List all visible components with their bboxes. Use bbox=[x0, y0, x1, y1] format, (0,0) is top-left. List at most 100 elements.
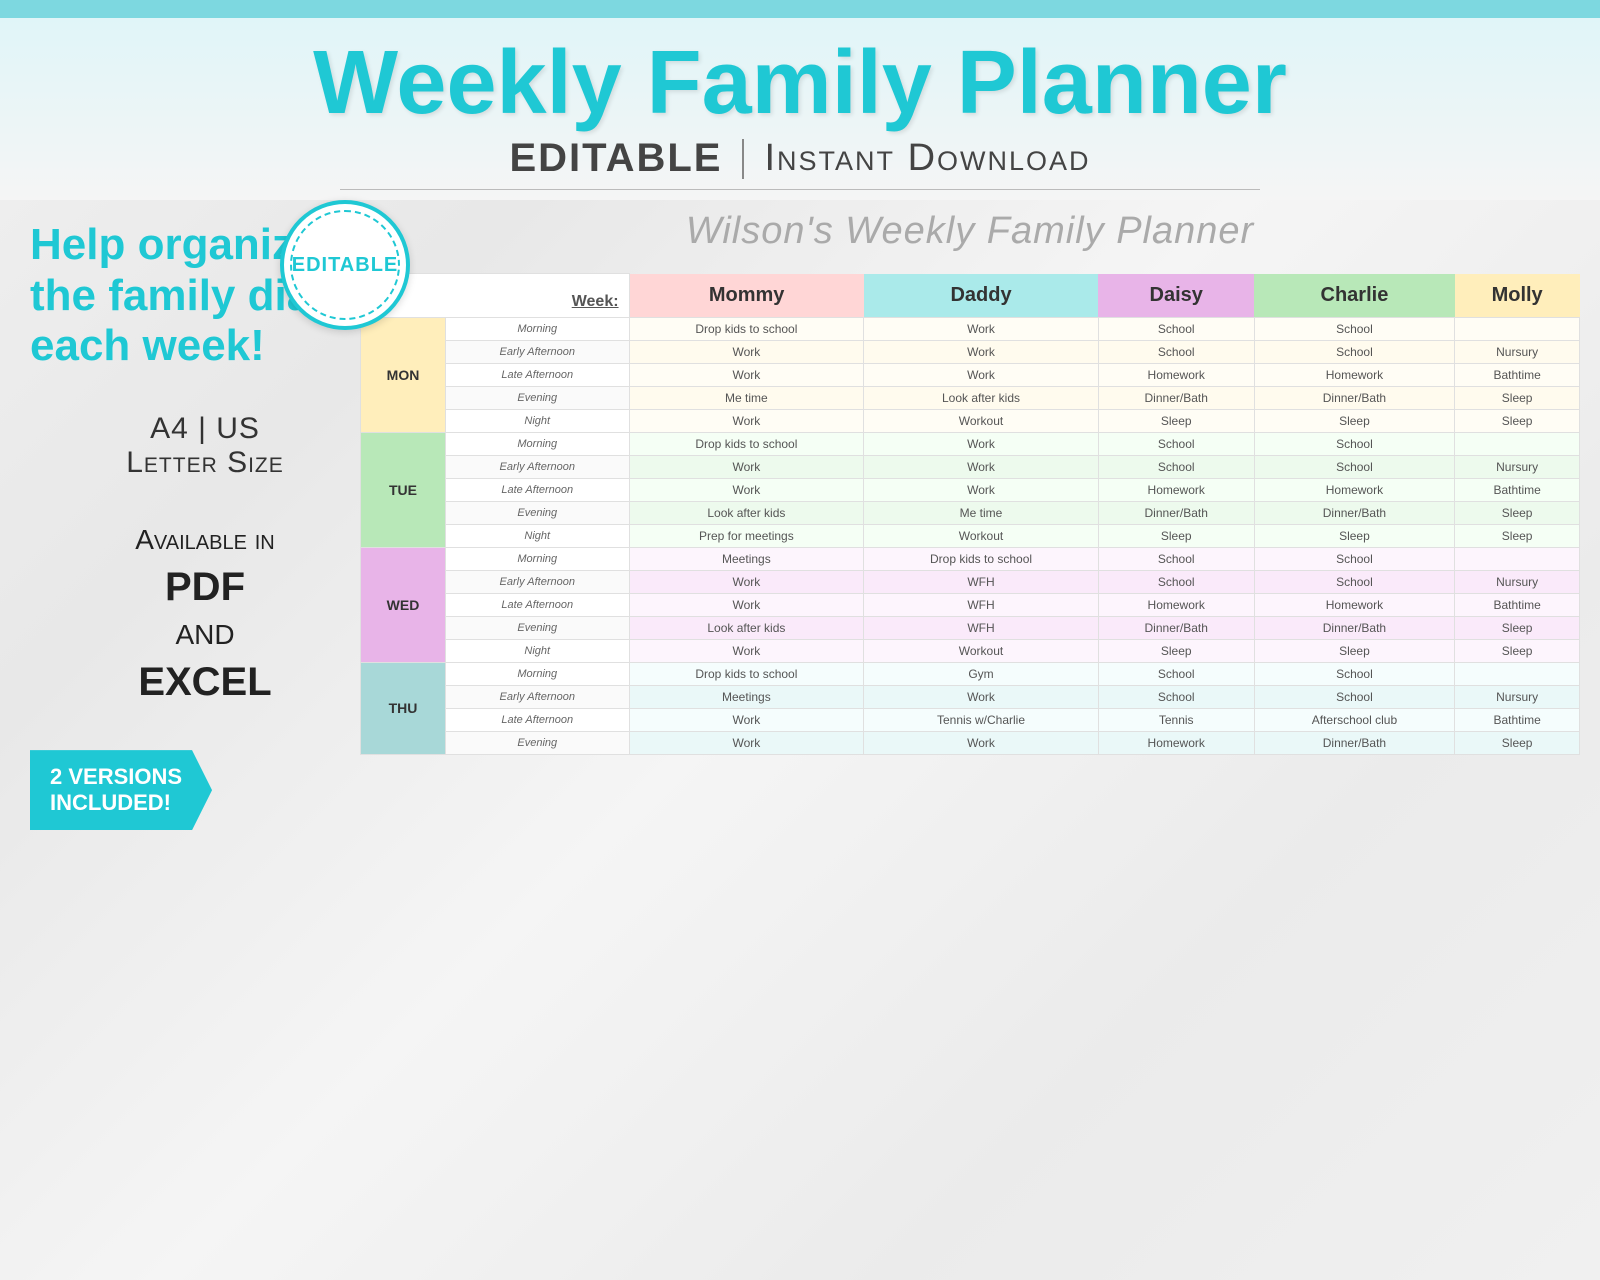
versions-text: 2 VERSIONSINCLUDED! bbox=[50, 764, 182, 815]
time-label: Evening bbox=[445, 501, 629, 524]
table-row: NightWorkWorkoutSleepSleepSleep bbox=[361, 639, 1580, 662]
table-row: Early AfternoonMeetingsWorkSchoolSchoolN… bbox=[361, 685, 1580, 708]
cell-daisy: Homework bbox=[1098, 363, 1254, 386]
cell-daisy: Dinner/Bath bbox=[1098, 386, 1254, 409]
cell-charlie: Homework bbox=[1254, 593, 1455, 616]
cell-molly: Bathtime bbox=[1455, 363, 1580, 386]
cell-charlie: Sleep bbox=[1254, 639, 1455, 662]
time-label: Night bbox=[445, 524, 629, 547]
subtitle-row: EDITABLE Instant Download bbox=[0, 136, 1600, 181]
editable-seal: EDITABLE bbox=[280, 200, 410, 330]
cell-daddy: Gym bbox=[864, 662, 1099, 685]
cell-daddy: Workout bbox=[864, 409, 1099, 432]
cell-mommy: Work bbox=[629, 570, 864, 593]
main-title: Weekly Family Planner bbox=[0, 38, 1600, 128]
editable-label: EDITABLE bbox=[509, 136, 722, 181]
cell-daddy: Me time bbox=[864, 501, 1099, 524]
cell-molly: Bathtime bbox=[1455, 478, 1580, 501]
table-row: EveningLook after kidsMe timeDinner/Bath… bbox=[361, 501, 1580, 524]
cell-daddy: Work bbox=[864, 317, 1099, 340]
cell-daisy: School bbox=[1098, 662, 1254, 685]
cell-daisy: Dinner/Bath bbox=[1098, 616, 1254, 639]
cell-daddy: Tennis w/Charlie bbox=[864, 708, 1099, 731]
cell-charlie: Afterschool club bbox=[1254, 708, 1455, 731]
time-label: Late Afternoon bbox=[445, 363, 629, 386]
planner-section: Wilson's Weekly Family Planner Week: Mom… bbox=[360, 210, 1580, 755]
cell-daisy: School bbox=[1098, 317, 1254, 340]
table-row: Late AfternoonWorkWorkHomeworkHomeworkBa… bbox=[361, 363, 1580, 386]
cell-molly: Nursury bbox=[1455, 570, 1580, 593]
cell-charlie: Dinner/Bath bbox=[1254, 616, 1455, 639]
table-row: Late AfternoonWorkWFHHomeworkHomeworkBat… bbox=[361, 593, 1580, 616]
table-row: Early AfternoonWorkWorkSchoolSchoolNursu… bbox=[361, 340, 1580, 363]
time-label: Night bbox=[445, 409, 629, 432]
col-daddy: Daddy bbox=[864, 274, 1099, 318]
cell-mommy: Work bbox=[629, 455, 864, 478]
cell-daddy: WFH bbox=[864, 570, 1099, 593]
cell-mommy: Work bbox=[629, 478, 864, 501]
cell-molly: Bathtime bbox=[1455, 593, 1580, 616]
time-label: Late Afternoon bbox=[445, 478, 629, 501]
cell-daisy: Tennis bbox=[1098, 708, 1254, 731]
versions-badge: 2 VERSIONSINCLUDED! bbox=[30, 750, 212, 830]
cell-charlie: School bbox=[1254, 317, 1455, 340]
cell-daisy: School bbox=[1098, 685, 1254, 708]
table-row: Late AfternoonWorkWorkHomeworkHomeworkBa… bbox=[361, 478, 1580, 501]
time-label: Morning bbox=[445, 317, 629, 340]
cell-daisy: Sleep bbox=[1098, 524, 1254, 547]
cell-mommy: Work bbox=[629, 731, 864, 754]
cell-mommy: Work bbox=[629, 409, 864, 432]
cell-daddy: Work bbox=[864, 432, 1099, 455]
cell-molly: Sleep bbox=[1455, 409, 1580, 432]
time-label: Early Afternoon bbox=[445, 340, 629, 363]
cell-molly bbox=[1455, 317, 1580, 340]
cell-molly: Sleep bbox=[1455, 524, 1580, 547]
cell-daisy: School bbox=[1098, 455, 1254, 478]
table-row: MONMorningDrop kids to schoolWorkSchoolS… bbox=[361, 317, 1580, 340]
cell-molly: Sleep bbox=[1455, 616, 1580, 639]
time-label: Early Afternoon bbox=[445, 570, 629, 593]
cell-daddy: Work bbox=[864, 685, 1099, 708]
table-row: THUMorningDrop kids to schoolGymSchoolSc… bbox=[361, 662, 1580, 685]
cell-molly: Nursury bbox=[1455, 455, 1580, 478]
cell-molly: Sleep bbox=[1455, 386, 1580, 409]
top-bar bbox=[0, 0, 1600, 18]
table-row: EveningWorkWorkHomeworkDinner/BathSleep bbox=[361, 731, 1580, 754]
cell-molly: Sleep bbox=[1455, 639, 1580, 662]
cell-daddy: Work bbox=[864, 731, 1099, 754]
cell-molly: Sleep bbox=[1455, 501, 1580, 524]
cell-molly bbox=[1455, 547, 1580, 570]
col-charlie: Charlie bbox=[1254, 274, 1455, 318]
cell-daddy: Workout bbox=[864, 524, 1099, 547]
cell-charlie: School bbox=[1254, 662, 1455, 685]
header-divider bbox=[340, 189, 1260, 190]
cell-mommy: Work bbox=[629, 639, 864, 662]
cell-daddy: Workout bbox=[864, 639, 1099, 662]
table-row: EveningLook after kidsWFHDinner/BathDinn… bbox=[361, 616, 1580, 639]
cell-mommy: Meetings bbox=[629, 547, 864, 570]
col-mommy: Mommy bbox=[629, 274, 864, 318]
excel-label: EXCEL bbox=[30, 654, 380, 710]
time-label: Evening bbox=[445, 731, 629, 754]
planner-title: Wilson's Weekly Family Planner bbox=[360, 210, 1580, 253]
cell-daddy: Drop kids to school bbox=[864, 547, 1099, 570]
cell-charlie: School bbox=[1254, 685, 1455, 708]
table-row: NightWorkWorkoutSleepSleepSleep bbox=[361, 409, 1580, 432]
cell-molly: Nursury bbox=[1455, 340, 1580, 363]
cell-charlie: Homework bbox=[1254, 363, 1455, 386]
cell-daisy: Sleep bbox=[1098, 639, 1254, 662]
cell-mommy: Work bbox=[629, 708, 864, 731]
cell-daddy: WFH bbox=[864, 616, 1099, 639]
cell-mommy: Prep for meetings bbox=[629, 524, 864, 547]
cell-molly bbox=[1455, 662, 1580, 685]
time-label: Early Afternoon bbox=[445, 685, 629, 708]
time-label: Late Afternoon bbox=[445, 708, 629, 731]
cell-mommy: Me time bbox=[629, 386, 864, 409]
cell-daddy: Work bbox=[864, 363, 1099, 386]
cell-mommy: Work bbox=[629, 363, 864, 386]
table-row: TUEMorningDrop kids to schoolWorkSchoolS… bbox=[361, 432, 1580, 455]
time-label: Early Afternoon bbox=[445, 455, 629, 478]
cell-mommy: Work bbox=[629, 340, 864, 363]
cell-molly: Sleep bbox=[1455, 731, 1580, 754]
time-label: Morning bbox=[445, 662, 629, 685]
